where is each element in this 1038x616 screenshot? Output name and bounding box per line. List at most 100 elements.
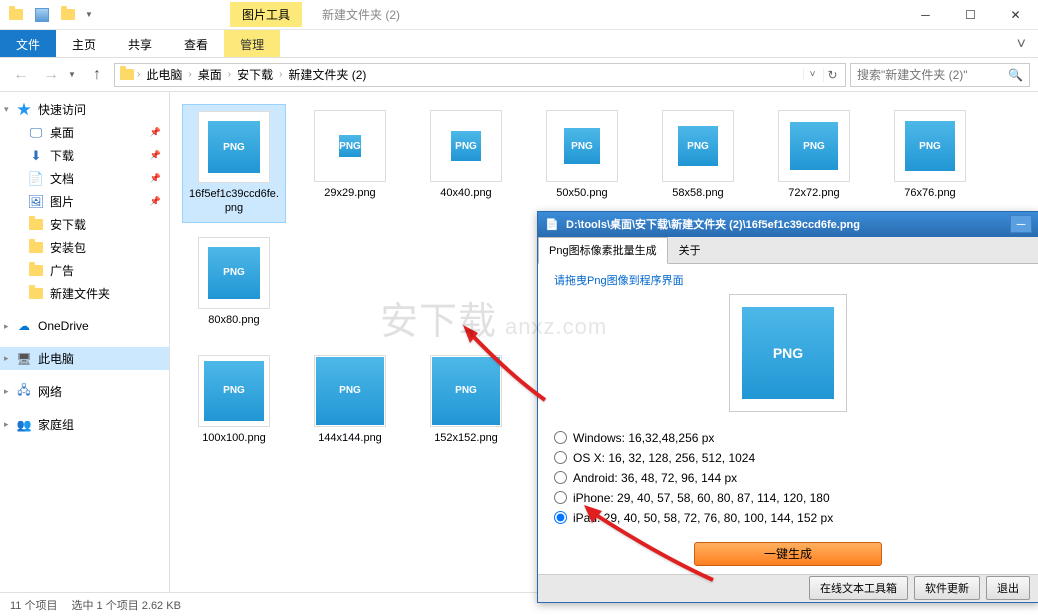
toolbox-button[interactable]: 在线文本工具箱 (809, 576, 908, 600)
properties-icon[interactable] (30, 3, 54, 27)
history-dropdown-icon[interactable]: ▼ (68, 70, 80, 79)
sidebar-onedrive[interactable]: ▸ ☁ OneDrive (0, 315, 169, 337)
tool-titlebar[interactable]: 📄 D:\tools\桌面\安下载\新建文件夹 (2)\16f5ef1c39cc… (538, 212, 1038, 237)
breadcrumb-segment[interactable]: 此电脑 (142, 66, 186, 83)
folder-icon[interactable] (4, 3, 28, 27)
file-item[interactable]: PNG16f5ef1c39ccd6fe.png (182, 104, 286, 223)
radio-row-android[interactable]: Android: 36, 48, 72, 96, 144 px (554, 468, 1022, 488)
radio-row-ipad[interactable]: iPad: 29, 40, 50, 58, 72, 76, 80, 100, 1… (554, 508, 1022, 528)
radio-ipad[interactable] (554, 511, 567, 524)
search-box[interactable]: 🔍 (850, 63, 1030, 87)
ribbon-tab-home[interactable]: 主页 (56, 30, 112, 57)
close-button[interactable]: ✕ (993, 0, 1038, 30)
sidebar-item[interactable]: 📄文档 (0, 167, 169, 190)
radio-row-osx[interactable]: OS X: 16, 32, 128, 256, 512, 1024 (554, 448, 1022, 468)
radio-android[interactable] (554, 471, 567, 484)
forward-button[interactable]: → (38, 62, 64, 88)
file-item[interactable]: PNG152x152.png (414, 349, 518, 451)
sidebar-this-pc[interactable]: ▸ 🖥 此电脑 (0, 347, 169, 370)
sidebar-item[interactable]: 新建文件夹 (0, 282, 169, 305)
qat-expand-icon[interactable]: ▼ (82, 10, 96, 19)
png-icon: PNG (678, 126, 718, 166)
file-item[interactable]: PNG58x58.png (646, 104, 750, 223)
file-item[interactable]: PNG144x144.png (298, 349, 402, 451)
file-item[interactable]: PNG80x80.png (182, 231, 286, 333)
selection-status: 选中 1 个项目 2.62 KB (71, 597, 180, 613)
file-label: 29x29.png (324, 186, 375, 200)
ribbon-collapse-icon[interactable]: ˅ (1005, 30, 1038, 57)
search-icon[interactable]: 🔍 (1008, 68, 1023, 82)
chevron-right-icon[interactable]: ▸ (4, 321, 9, 332)
chevron-right-icon[interactable]: › (279, 69, 282, 80)
sidebar-item[interactable]: 🖵桌面 (0, 121, 169, 144)
refresh-icon[interactable]: ↻ (823, 68, 841, 82)
tab-about[interactable]: 关于 (668, 237, 712, 263)
breadcrumb-segment[interactable]: 新建文件夹 (2) (284, 66, 370, 83)
exit-button[interactable]: 退出 (986, 576, 1030, 600)
sidebar-item-label: 图片 (50, 193, 74, 210)
png-icon: PNG (316, 357, 384, 425)
sidebar-item[interactable]: 🖼图片 (0, 190, 169, 213)
homegroup-icon: 👥 (16, 417, 32, 433)
file-label: 50x50.png (556, 186, 607, 200)
up-button[interactable]: ↑ (84, 62, 110, 88)
chevron-right-icon[interactable]: › (188, 69, 191, 80)
file-item[interactable]: PNG40x40.png (414, 104, 518, 223)
radio-windows[interactable] (554, 431, 567, 444)
radio-label[interactable]: iPad: 29, 40, 50, 58, 72, 76, 80, 100, 1… (573, 511, 833, 525)
sidebar-item[interactable]: 广告 (0, 259, 169, 282)
folder-icon (28, 240, 44, 256)
breadcrumb-segment[interactable]: 安下载 (233, 66, 277, 83)
ribbon-tab-share[interactable]: 共享 (112, 30, 168, 57)
breadcrumb-dropdown-icon[interactable]: ˅ (803, 69, 821, 80)
radio-label[interactable]: OS X: 16, 32, 128, 256, 512, 1024 (573, 451, 755, 465)
file-item[interactable]: PNG100x100.png (182, 349, 286, 451)
chevron-right-icon[interactable]: › (228, 69, 231, 80)
radio-label[interactable]: Android: 36, 48, 72, 96, 144 px (573, 471, 737, 485)
radio-iphone[interactable] (554, 491, 567, 504)
radio-label[interactable]: Windows: 16,32,48,256 px (573, 431, 714, 445)
chevron-down-icon[interactable]: ▾ (4, 104, 9, 115)
radio-osx[interactable] (554, 451, 567, 464)
sidebar-homegroup[interactable]: ▸ 👥 家庭组 (0, 413, 169, 436)
folder-icon (28, 286, 44, 302)
new-folder-icon[interactable] (56, 3, 80, 27)
chevron-right-icon[interactable]: ▸ (4, 353, 9, 364)
maximize-button[interactable]: ☐ (948, 0, 993, 30)
ribbon-tab-file[interactable]: 文件 (0, 30, 56, 57)
breadcrumb[interactable]: › 此电脑 › 桌面 › 安下载 › 新建文件夹 (2) ˅ ↻ (114, 63, 846, 87)
file-item[interactable]: PNG50x50.png (530, 104, 634, 223)
png-icon: PNG (339, 135, 361, 157)
file-thumbnail: PNG (198, 355, 270, 427)
sidebar-item[interactable]: 安装包 (0, 236, 169, 259)
generate-button[interactable]: 一键生成 (694, 542, 882, 566)
radio-row-iphone[interactable]: iPhone: 29, 40, 57, 58, 60, 80, 87, 114,… (554, 488, 1022, 508)
file-item[interactable]: PNG 29x29.png (298, 104, 402, 223)
back-button[interactable]: ← (8, 62, 34, 88)
sidebar-item[interactable]: 安下载 (0, 213, 169, 236)
sidebar-item[interactable]: ⬇下载 (0, 144, 169, 167)
chevron-right-icon[interactable]: ▸ (4, 419, 9, 430)
sidebar-quick-access[interactable]: ▾ 快速访问 (0, 98, 169, 121)
breadcrumb-segment[interactable]: 桌面 (194, 66, 226, 83)
file-label: 40x40.png (440, 186, 491, 200)
item-count: 11 个项目 (10, 597, 57, 613)
sidebar-item-label: 文档 (50, 170, 74, 187)
chevron-right-icon[interactable]: ▸ (4, 386, 9, 397)
update-button[interactable]: 软件更新 (914, 576, 980, 600)
file-item[interactable]: PNG76x76.png (878, 104, 982, 223)
chevron-right-icon[interactable]: › (137, 69, 140, 80)
ribbon-tab-view[interactable]: 查看 (168, 30, 224, 57)
file-label: 72x72.png (788, 186, 839, 200)
context-tab-picture-tools[interactable]: 图片工具 (230, 2, 302, 27)
file-item[interactable]: PNG72x72.png (762, 104, 866, 223)
radio-row-windows[interactable]: Windows: 16,32,48,256 px (554, 428, 1022, 448)
radio-label[interactable]: iPhone: 29, 40, 57, 58, 60, 80, 87, 114,… (573, 491, 830, 505)
sidebar-network[interactable]: ▸ 🖧 网络 (0, 380, 169, 403)
tab-png-generate[interactable]: Png图标像素批量生成 (538, 237, 668, 264)
tool-minimize-button[interactable]: ─ (1010, 215, 1032, 233)
ribbon-tab-manage[interactable]: 管理 (224, 30, 280, 57)
minimize-button[interactable]: ─ (903, 0, 948, 30)
search-input[interactable] (857, 68, 1004, 82)
ribbon: 文件 主页 共享 查看 管理 ˅ (0, 30, 1038, 58)
